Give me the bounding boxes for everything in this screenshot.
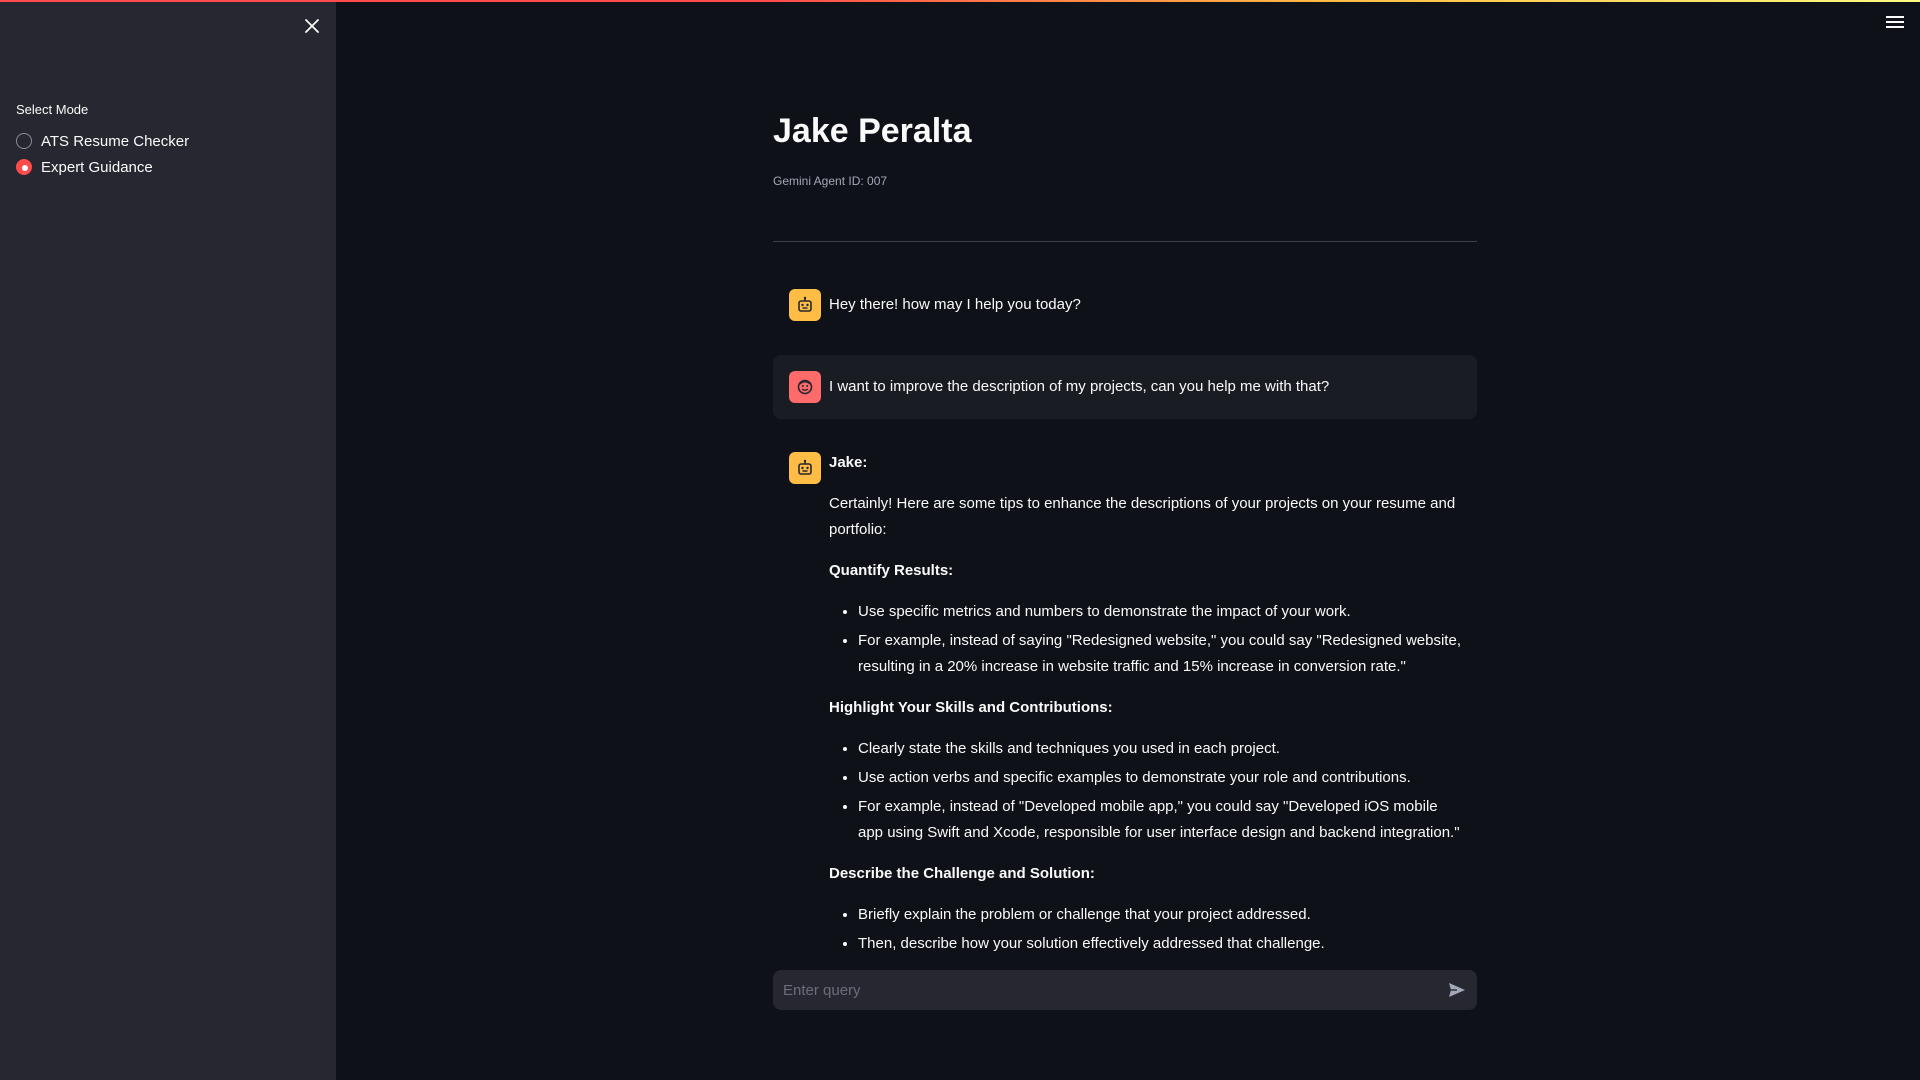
chat-message-assistant: Hey there! how may I help you today? bbox=[773, 289, 1477, 331]
sidebar: Select Mode ATS Resume Checker Expert Gu… bbox=[0, 0, 336, 1080]
list-item: Clearly state the skills and techniques … bbox=[858, 736, 1461, 762]
list-item: Use action verbs and specific examples t… bbox=[858, 765, 1461, 791]
send-button[interactable] bbox=[1437, 970, 1477, 1010]
main-content: Jake Peralta Gemini Agent ID: 007 Hey th… bbox=[773, 0, 1477, 1080]
chat-message-assistant: Jake: Certainly! Here are some tips to e… bbox=[773, 450, 1477, 960]
list-item: For example, instead of saying "Redesign… bbox=[858, 628, 1461, 680]
avatar bbox=[789, 371, 821, 403]
message-body: Jake: Certainly! Here are some tips to e… bbox=[829, 450, 1461, 960]
avatar bbox=[789, 289, 821, 321]
agent-id-caption: Gemini Agent ID: 007 bbox=[773, 174, 888, 188]
section-heading: Highlight Your Skills and Contributions: bbox=[829, 699, 1113, 716]
close-sidebar-button[interactable] bbox=[300, 14, 324, 38]
main-menu-button[interactable] bbox=[1886, 16, 1904, 30]
chat-input-container bbox=[773, 970, 1477, 1010]
radio-label: ATS Resume Checker bbox=[41, 132, 190, 150]
section-heading: Describe the Challenge and Solution: bbox=[829, 865, 1095, 882]
radio-button-checked[interactable] bbox=[16, 159, 32, 175]
bullet-list: Briefly explain the problem or challenge… bbox=[829, 902, 1461, 957]
message-text: Hey there! how may I help you today? bbox=[829, 296, 1081, 313]
close-icon bbox=[305, 19, 319, 33]
radio-label: Expert Guidance bbox=[41, 158, 153, 176]
radio-button-unchecked[interactable] bbox=[16, 133, 32, 149]
mode-radio-group: ATS Resume Checker Expert Guidance bbox=[16, 128, 189, 180]
avatar bbox=[789, 452, 821, 484]
list-item: For example, instead of "Developed mobil… bbox=[858, 794, 1461, 846]
send-icon bbox=[1449, 983, 1465, 997]
speaker-name: Jake: bbox=[829, 454, 868, 471]
chat-message-user: I want to improve the description of my … bbox=[773, 355, 1477, 419]
message-text: I want to improve the description of my … bbox=[829, 378, 1330, 395]
divider bbox=[773, 241, 1477, 242]
user-face-icon bbox=[797, 379, 813, 395]
bullet-list: Use specific metrics and numbers to demo… bbox=[829, 599, 1461, 680]
radio-expert-guidance[interactable]: Expert Guidance bbox=[16, 154, 189, 180]
select-mode-label: Select Mode bbox=[16, 102, 89, 117]
list-item: Briefly explain the problem or challenge… bbox=[858, 902, 1461, 928]
section-heading: Quantify Results: bbox=[829, 562, 954, 579]
list-item: Then, describe how your solution effecti… bbox=[858, 931, 1461, 957]
hamburger-menu-icon bbox=[1886, 16, 1904, 28]
page-title: Jake Peralta bbox=[773, 112, 972, 150]
robot-icon bbox=[798, 459, 812, 475]
top-decoration-bar bbox=[0, 0, 1920, 2]
robot-icon bbox=[798, 296, 812, 312]
list-item: Use specific metrics and numbers to demo… bbox=[858, 599, 1461, 625]
radio-ats-resume-checker[interactable]: ATS Resume Checker bbox=[16, 128, 189, 154]
bullet-list: Clearly state the skills and techniques … bbox=[829, 736, 1461, 846]
chat-query-input[interactable] bbox=[773, 970, 1437, 1010]
message-intro: Certainly! Here are some tips to enhance… bbox=[829, 495, 1456, 538]
